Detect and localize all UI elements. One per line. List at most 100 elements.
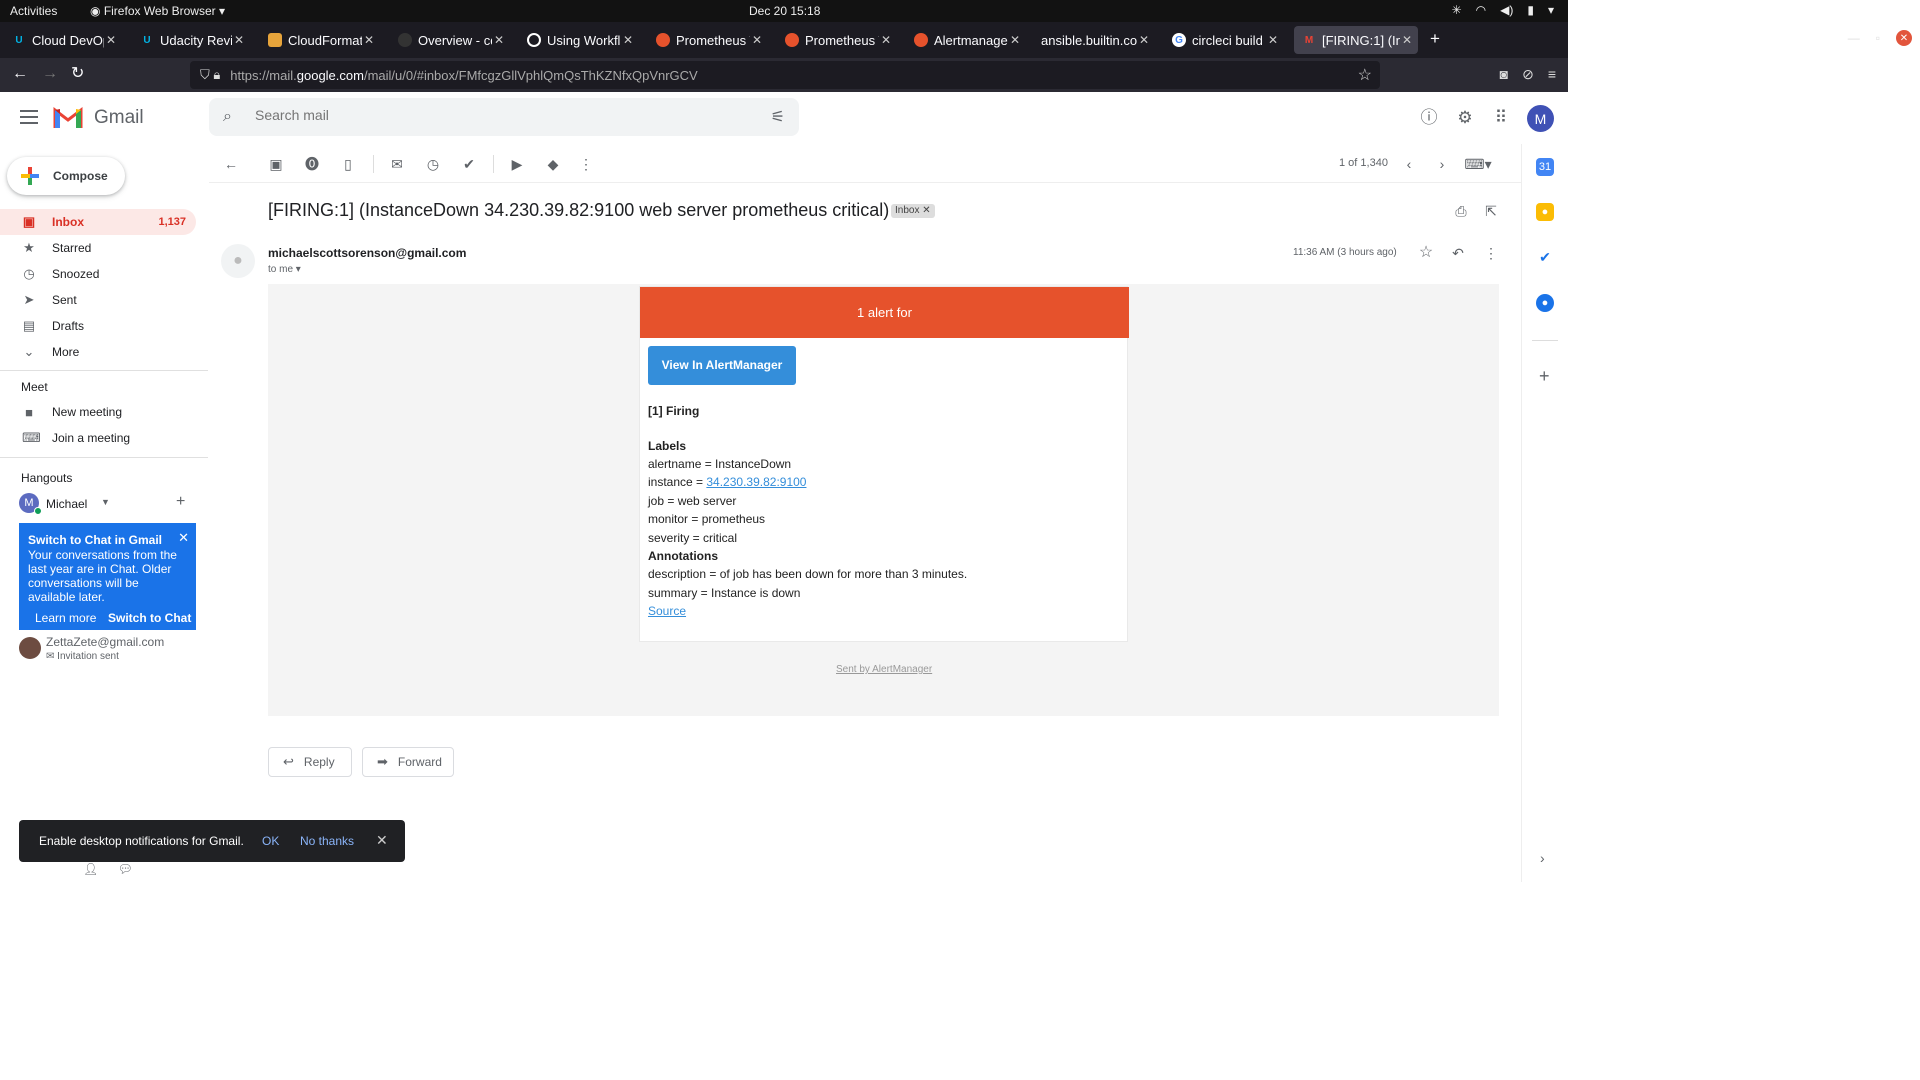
browser-tab[interactable]: U Cloud DevOps✕ — [4, 26, 122, 54]
close-tab-icon[interactable]: ✕ — [232, 33, 246, 47]
open-new-window-icon[interactable]: ⇱ — [1482, 202, 1500, 220]
conversations-tab-icon[interactable]: 💬︎ — [118, 862, 133, 876]
calendar-icon[interactable]: 31 — [1536, 158, 1554, 176]
search-icon[interactable]: ⌕ — [223, 108, 232, 126]
sidebar-item-sent[interactable]: ➤ Sent — [0, 287, 196, 313]
browser-tab[interactable]: Overview - cdo✕ — [390, 26, 510, 54]
snooze-icon[interactable]: ◷ — [424, 155, 442, 173]
maximize-icon[interactable]: ▫ — [1876, 31, 1880, 45]
browser-tab-active[interactable]: M [FIRING:1] (Inst✕ — [1294, 26, 1418, 54]
close-tab-icon[interactable]: ✕ — [362, 33, 376, 47]
archive-icon[interactable]: ▣ — [267, 155, 285, 173]
inbox-label-chip[interactable]: Inbox ✕ — [891, 204, 935, 218]
no-thanks-button[interactable]: No thanks — [300, 834, 354, 848]
tasks-icon[interactable]: ✔ — [1536, 248, 1554, 266]
close-icon[interactable]: ✕ — [178, 530, 189, 546]
close-tab-icon[interactable]: ✕ — [879, 33, 893, 47]
recipient-details[interactable]: to me ▾ — [268, 264, 301, 275]
browser-tab[interactable]: Alertmanager ✕ — [906, 26, 1026, 54]
keep-icon[interactable]: ● — [1536, 203, 1554, 221]
contacts-icon[interactable]: ● — [1536, 294, 1554, 312]
sent-by-link[interactable]: Sent by AlertManager — [836, 664, 932, 675]
close-icon[interactable]: ✕ — [376, 832, 388, 849]
browser-tab[interactable]: Prometheus Ti✕ — [648, 26, 768, 54]
enable-notifications-ok-button[interactable]: OK — [262, 834, 279, 848]
window-close-icon[interactable]: ✕ — [1896, 30, 1912, 46]
close-tab-icon[interactable]: ✕ — [750, 33, 764, 47]
forward-button[interactable]: ➡ Forward — [362, 747, 454, 777]
move-to-icon[interactable]: ▶ — [508, 155, 526, 173]
sidebar-item-starred[interactable]: ★ Starred — [0, 235, 196, 261]
browser-tab[interactable]: Prometheus Ti✕ — [777, 26, 897, 54]
back-to-inbox-icon[interactable]: ← — [222, 155, 240, 173]
compose-button[interactable]: Compose — [7, 157, 125, 195]
close-tab-icon[interactable]: ✕ — [1266, 33, 1280, 47]
minimize-icon[interactable]: — — [1848, 31, 1860, 45]
mark-unread-icon[interactable]: ✉ — [388, 155, 406, 173]
bookmark-star-icon[interactable]: ☆ — [1358, 65, 1372, 85]
hangouts-user[interactable]: M Michael ▼ + — [19, 493, 209, 515]
expand-panel-icon[interactable]: › — [1540, 850, 1545, 866]
help-icon[interactable]: ⓘ — [1419, 108, 1439, 128]
sidebar-item-drafts[interactable]: ▤ Drafts — [0, 313, 196, 339]
label-icon[interactable]: ◆ — [544, 155, 562, 173]
hangouts-contact[interactable]: ZettaZete@gmail.com ✉ Invitation sent — [19, 635, 209, 665]
reload-icon[interactable]: ↻ — [71, 66, 84, 82]
view-in-alertmanager-button[interactable]: View In AlertManager — [648, 346, 796, 385]
report-spam-icon[interactable]: ⓿ — [303, 155, 321, 173]
gmail-wordmark[interactable]: Gmail — [94, 107, 144, 129]
close-tab-icon[interactable]: ✕ — [1008, 33, 1022, 47]
menu-icon[interactable]: ≡ — [1548, 66, 1556, 83]
main-menu-icon[interactable] — [20, 110, 38, 124]
add-to-tasks-icon[interactable]: ✔ — [460, 155, 478, 173]
learn-more-link[interactable]: Learn more — [35, 611, 96, 625]
activities-button[interactable]: Activities — [10, 4, 57, 18]
delete-icon[interactable]: ▯ — [339, 155, 357, 173]
browser-tab[interactable]: ansible.builtin.cop ✕ — [1035, 26, 1155, 54]
close-tab-icon[interactable]: ✕ — [492, 33, 506, 47]
settings-gear-icon[interactable]: ⚙ — [1455, 108, 1475, 128]
pocket-icon[interactable]: ◙ — [1500, 66, 1508, 83]
sidebar-item-inbox[interactable]: ▣ Inbox 1,137 — [0, 209, 196, 235]
switch-to-chat-button[interactable]: Switch to Chat — [108, 611, 191, 625]
gmail-logo-icon[interactable] — [53, 106, 83, 128]
new-meeting-item[interactable]: ■ New meeting — [0, 399, 196, 425]
newer-icon[interactable]: ‹ — [1400, 155, 1418, 173]
close-tab-icon[interactable]: ✕ — [621, 33, 635, 47]
browser-tab[interactable]: U Udacity Reviews✕ — [132, 26, 250, 54]
input-tools-icon[interactable]: ⌨▾ — [1463, 155, 1493, 173]
search-input[interactable] — [255, 107, 735, 123]
forward-icon[interactable]: → — [42, 66, 58, 82]
older-icon[interactable]: › — [1433, 155, 1451, 173]
app-menu[interactable]: ◉ Firefox Web Browser ▾ — [90, 4, 225, 18]
browser-tab[interactable]: Gcircleci build on✕ — [1164, 26, 1284, 54]
close-tab-icon[interactable]: ✕ — [1400, 33, 1414, 47]
account-avatar[interactable]: M — [1527, 105, 1554, 132]
search-options-icon[interactable]: ⚟ — [771, 107, 785, 127]
browser-tab[interactable]: Using Workflows✕ — [519, 26, 639, 54]
join-meeting-item[interactable]: ⌨ Join a meeting — [0, 425, 196, 451]
sender-email[interactable]: michaelscottsorenson@gmail.com — [268, 246, 466, 260]
source-link[interactable]: Source — [648, 604, 686, 618]
contacts-tab-icon[interactable]: 👤︎ — [83, 862, 98, 876]
system-tray[interactable]: ✳ ◠ ◀) ▮ ▾ — [1452, 3, 1554, 17]
browser-tab[interactable]: CloudFormation✕ — [260, 26, 380, 54]
new-tab-icon[interactable]: + — [1430, 29, 1440, 49]
reply-button[interactable]: ↩ Reply — [268, 747, 352, 777]
close-tab-icon[interactable]: ✕ — [104, 33, 118, 47]
get-addons-icon[interactable]: + — [1539, 366, 1550, 387]
back-icon[interactable]: ← — [12, 66, 28, 82]
search-bar[interactable]: ⌕ ⚟ — [209, 98, 799, 136]
more-options-icon[interactable]: ⋮ — [577, 155, 595, 173]
new-conversation-icon[interactable]: + — [176, 493, 185, 511]
apps-grid-icon[interactable]: ⠿ — [1491, 108, 1511, 128]
reply-icon[interactable]: ↶ — [1449, 244, 1467, 262]
sidebar-item-more[interactable]: ⌄ More — [0, 339, 196, 365]
print-icon[interactable]: ⎙ — [1452, 202, 1470, 220]
sidebar-item-snoozed[interactable]: ◷ Snoozed — [0, 261, 196, 287]
star-icon[interactable]: ☆ — [1417, 244, 1435, 262]
extension-icon[interactable]: ⊘ — [1522, 66, 1534, 83]
status-dropdown-icon[interactable]: ▼ — [101, 497, 110, 507]
clock[interactable]: Dec 20 15:18 — [749, 4, 820, 18]
close-tab-icon[interactable]: ✕ — [1137, 33, 1151, 47]
